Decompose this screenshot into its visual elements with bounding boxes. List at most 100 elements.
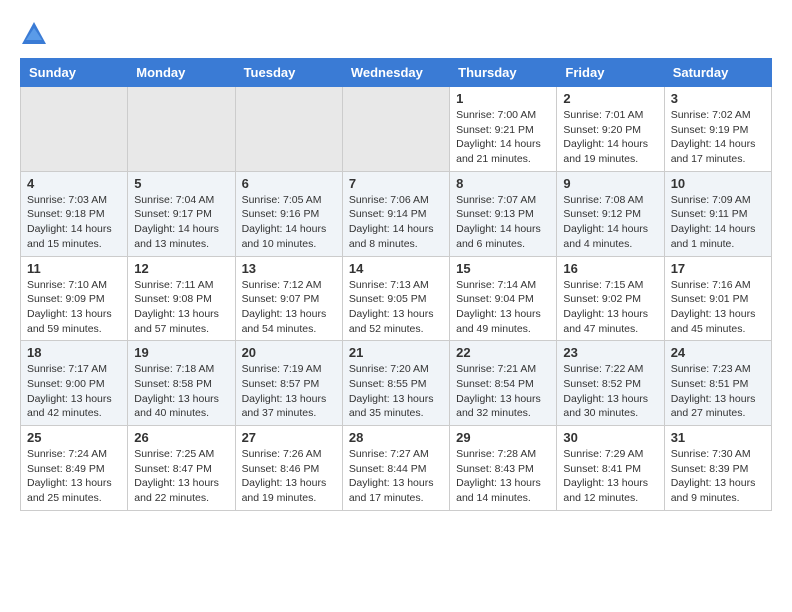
day-number: 10 bbox=[671, 176, 765, 191]
day-number: 18 bbox=[27, 345, 121, 360]
day-cell: 13 Sunrise: 7:12 AMSunset: 9:07 PMDayligh… bbox=[235, 256, 342, 341]
day-number: 3 bbox=[671, 91, 765, 106]
day-cell: 29Sunrise: 7:28 AMSunset: 8:43 PMDayligh… bbox=[450, 426, 557, 511]
header-cell-monday: Monday bbox=[128, 59, 235, 87]
week-row-2: 4Sunrise: 7:03 AMSunset: 9:18 PMDaylight… bbox=[21, 171, 772, 256]
day-cell: 11Sunrise: 7:10 AMSunset: 9:09 PMDayligh… bbox=[21, 256, 128, 341]
calendar-table: SundayMondayTuesdayWednesdayThursdayFrid… bbox=[20, 58, 772, 511]
day-number: 9 bbox=[563, 176, 657, 191]
day-cell: 16 Sunrise: 7:15 AMSunset: 9:02 PMDayligh… bbox=[557, 256, 664, 341]
day-number: 5 bbox=[134, 176, 228, 191]
logo-icon bbox=[20, 20, 48, 48]
day-cell: 5 Sunrise: 7:04 AMSunset: 9:17 PMDaylight… bbox=[128, 171, 235, 256]
day-cell bbox=[235, 87, 342, 172]
day-number: 15 bbox=[456, 261, 550, 276]
day-info: Sunrise: 7:07 AMSunset: 9:13 PMDaylight:… bbox=[456, 193, 550, 252]
day-cell: 14Sunrise: 7:13 AMSunset: 9:05 PMDayligh… bbox=[342, 256, 449, 341]
header-cell-tuesday: Tuesday bbox=[235, 59, 342, 87]
day-number: 31 bbox=[671, 430, 765, 445]
day-cell: 25 Sunrise: 7:24 AMSunset: 8:49 PMDayligh… bbox=[21, 426, 128, 511]
week-row-4: 18Sunrise: 7:17 AMSunset: 9:00 PMDayligh… bbox=[21, 341, 772, 426]
header-cell-friday: Friday bbox=[557, 59, 664, 87]
day-cell: 9 Sunrise: 7:08 AMSunset: 9:12 PMDaylight… bbox=[557, 171, 664, 256]
day-info: Sunrise: 7:12 AMSunset: 9:07 PMDaylight:… bbox=[242, 278, 336, 337]
day-info: Sunrise: 7:09 AMSunset: 9:11 PMDaylight:… bbox=[671, 193, 765, 252]
header-cell-saturday: Saturday bbox=[664, 59, 771, 87]
day-info: Sunrise: 7:19 AMSunset: 8:57 PMDaylight:… bbox=[242, 362, 336, 421]
day-info: Sunrise: 7:15 AMSunset: 9:02 PMDaylight:… bbox=[563, 278, 657, 337]
day-cell: 3Sunrise: 7:02 AMSunset: 9:19 PMDaylight… bbox=[664, 87, 771, 172]
day-info: Sunrise: 7:16 AMSunset: 9:01 PMDaylight:… bbox=[671, 278, 765, 337]
header-cell-wednesday: Wednesday bbox=[342, 59, 449, 87]
day-info: Sunrise: 7:30 AMSunset: 8:39 PMDaylight:… bbox=[671, 447, 765, 506]
day-cell: 7Sunrise: 7:06 AMSunset: 9:14 PMDaylight… bbox=[342, 171, 449, 256]
day-cell: 6 Sunrise: 7:05 AMSunset: 9:16 PMDaylight… bbox=[235, 171, 342, 256]
day-info: Sunrise: 7:28 AMSunset: 8:43 PMDaylight:… bbox=[456, 447, 550, 506]
day-number: 6 bbox=[242, 176, 336, 191]
week-row-5: 25 Sunrise: 7:24 AMSunset: 8:49 PMDayligh… bbox=[21, 426, 772, 511]
day-number: 20 bbox=[242, 345, 336, 360]
day-number: 30 bbox=[563, 430, 657, 445]
day-cell bbox=[342, 87, 449, 172]
day-info: Sunrise: 7:06 AMSunset: 9:14 PMDaylight:… bbox=[349, 193, 443, 252]
day-number: 8 bbox=[456, 176, 550, 191]
day-info: Sunrise: 7:27 AMSunset: 8:44 PMDaylight:… bbox=[349, 447, 443, 506]
day-info: Sunrise: 7:26 AMSunset: 8:46 PMDaylight:… bbox=[242, 447, 336, 506]
day-info: Sunrise: 7:10 AMSunset: 9:09 PMDaylight:… bbox=[27, 278, 121, 337]
day-number: 26 bbox=[134, 430, 228, 445]
day-info: Sunrise: 7:14 AMSunset: 9:04 PMDaylight:… bbox=[456, 278, 550, 337]
day-cell: 21 Sunrise: 7:20 AMSunset: 8:55 PMDayligh… bbox=[342, 341, 449, 426]
day-number: 19 bbox=[134, 345, 228, 360]
day-info: Sunrise: 7:23 AMSunset: 8:51 PMDaylight:… bbox=[671, 362, 765, 421]
day-cell: 15 Sunrise: 7:14 AMSunset: 9:04 PMDayligh… bbox=[450, 256, 557, 341]
day-cell: 4Sunrise: 7:03 AMSunset: 9:18 PMDaylight… bbox=[21, 171, 128, 256]
day-number: 25 bbox=[27, 430, 121, 445]
header-cell-thursday: Thursday bbox=[450, 59, 557, 87]
day-cell: 12 Sunrise: 7:11 AMSunset: 9:08 PMDayligh… bbox=[128, 256, 235, 341]
day-cell: 17 Sunrise: 7:16 AMSunset: 9:01 PMDayligh… bbox=[664, 256, 771, 341]
day-info: Sunrise: 7:21 AMSunset: 8:54 PMDaylight:… bbox=[456, 362, 550, 421]
day-number: 21 bbox=[349, 345, 443, 360]
day-cell: 20 Sunrise: 7:19 AMSunset: 8:57 PMDayligh… bbox=[235, 341, 342, 426]
day-info: Sunrise: 7:20 AMSunset: 8:55 PMDaylight:… bbox=[349, 362, 443, 421]
day-info: Sunrise: 7:22 AMSunset: 8:52 PMDaylight:… bbox=[563, 362, 657, 421]
day-number: 22 bbox=[456, 345, 550, 360]
day-number: 24 bbox=[671, 345, 765, 360]
day-cell: 2Sunrise: 7:01 AMSunset: 9:20 PMDaylight… bbox=[557, 87, 664, 172]
day-cell: 30 Sunrise: 7:29 AMSunset: 8:41 PMDayligh… bbox=[557, 426, 664, 511]
day-cell: 27 Sunrise: 7:26 AMSunset: 8:46 PMDayligh… bbox=[235, 426, 342, 511]
week-row-3: 11Sunrise: 7:10 AMSunset: 9:09 PMDayligh… bbox=[21, 256, 772, 341]
header-row: SundayMondayTuesdayWednesdayThursdayFrid… bbox=[21, 59, 772, 87]
day-number: 13 bbox=[242, 261, 336, 276]
day-number: 12 bbox=[134, 261, 228, 276]
day-cell: 1Sunrise: 7:00 AMSunset: 9:21 PMDaylight… bbox=[450, 87, 557, 172]
day-cell: 28 Sunrise: 7:27 AMSunset: 8:44 PMDayligh… bbox=[342, 426, 449, 511]
day-info: Sunrise: 7:29 AMSunset: 8:41 PMDaylight:… bbox=[563, 447, 657, 506]
day-info: Sunrise: 7:25 AMSunset: 8:47 PMDaylight:… bbox=[134, 447, 228, 506]
day-cell: 8 Sunrise: 7:07 AMSunset: 9:13 PMDaylight… bbox=[450, 171, 557, 256]
day-cell: 19Sunrise: 7:18 AMSunset: 8:58 PMDayligh… bbox=[128, 341, 235, 426]
day-number: 23 bbox=[563, 345, 657, 360]
logo bbox=[20, 20, 52, 48]
day-cell: 18Sunrise: 7:17 AMSunset: 9:00 PMDayligh… bbox=[21, 341, 128, 426]
day-cell: 24 Sunrise: 7:23 AMSunset: 8:51 PMDayligh… bbox=[664, 341, 771, 426]
day-cell: 31 Sunrise: 7:30 AMSunset: 8:39 PMDayligh… bbox=[664, 426, 771, 511]
week-row-1: 1Sunrise: 7:00 AMSunset: 9:21 PMDaylight… bbox=[21, 87, 772, 172]
day-number: 14 bbox=[349, 261, 443, 276]
day-number: 28 bbox=[349, 430, 443, 445]
day-info: Sunrise: 7:03 AMSunset: 9:18 PMDaylight:… bbox=[27, 193, 121, 252]
day-info: Sunrise: 7:08 AMSunset: 9:12 PMDaylight:… bbox=[563, 193, 657, 252]
day-cell: 22 Sunrise: 7:21 AMSunset: 8:54 PMDayligh… bbox=[450, 341, 557, 426]
day-number: 1 bbox=[456, 91, 550, 106]
day-info: Sunrise: 7:05 AMSunset: 9:16 PMDaylight:… bbox=[242, 193, 336, 252]
day-info: Sunrise: 7:11 AMSunset: 9:08 PMDaylight:… bbox=[134, 278, 228, 337]
day-info: Sunrise: 7:04 AMSunset: 9:17 PMDaylight:… bbox=[134, 193, 228, 252]
day-info: Sunrise: 7:01 AMSunset: 9:20 PMDaylight:… bbox=[563, 108, 657, 167]
day-cell: 10 Sunrise: 7:09 AMSunset: 9:11 PMDayligh… bbox=[664, 171, 771, 256]
day-number: 27 bbox=[242, 430, 336, 445]
day-cell: 26 Sunrise: 7:25 AMSunset: 8:47 PMDayligh… bbox=[128, 426, 235, 511]
day-number: 17 bbox=[671, 261, 765, 276]
header-cell-sunday: Sunday bbox=[21, 59, 128, 87]
day-number: 16 bbox=[563, 261, 657, 276]
day-info: Sunrise: 7:24 AMSunset: 8:49 PMDaylight:… bbox=[27, 447, 121, 506]
